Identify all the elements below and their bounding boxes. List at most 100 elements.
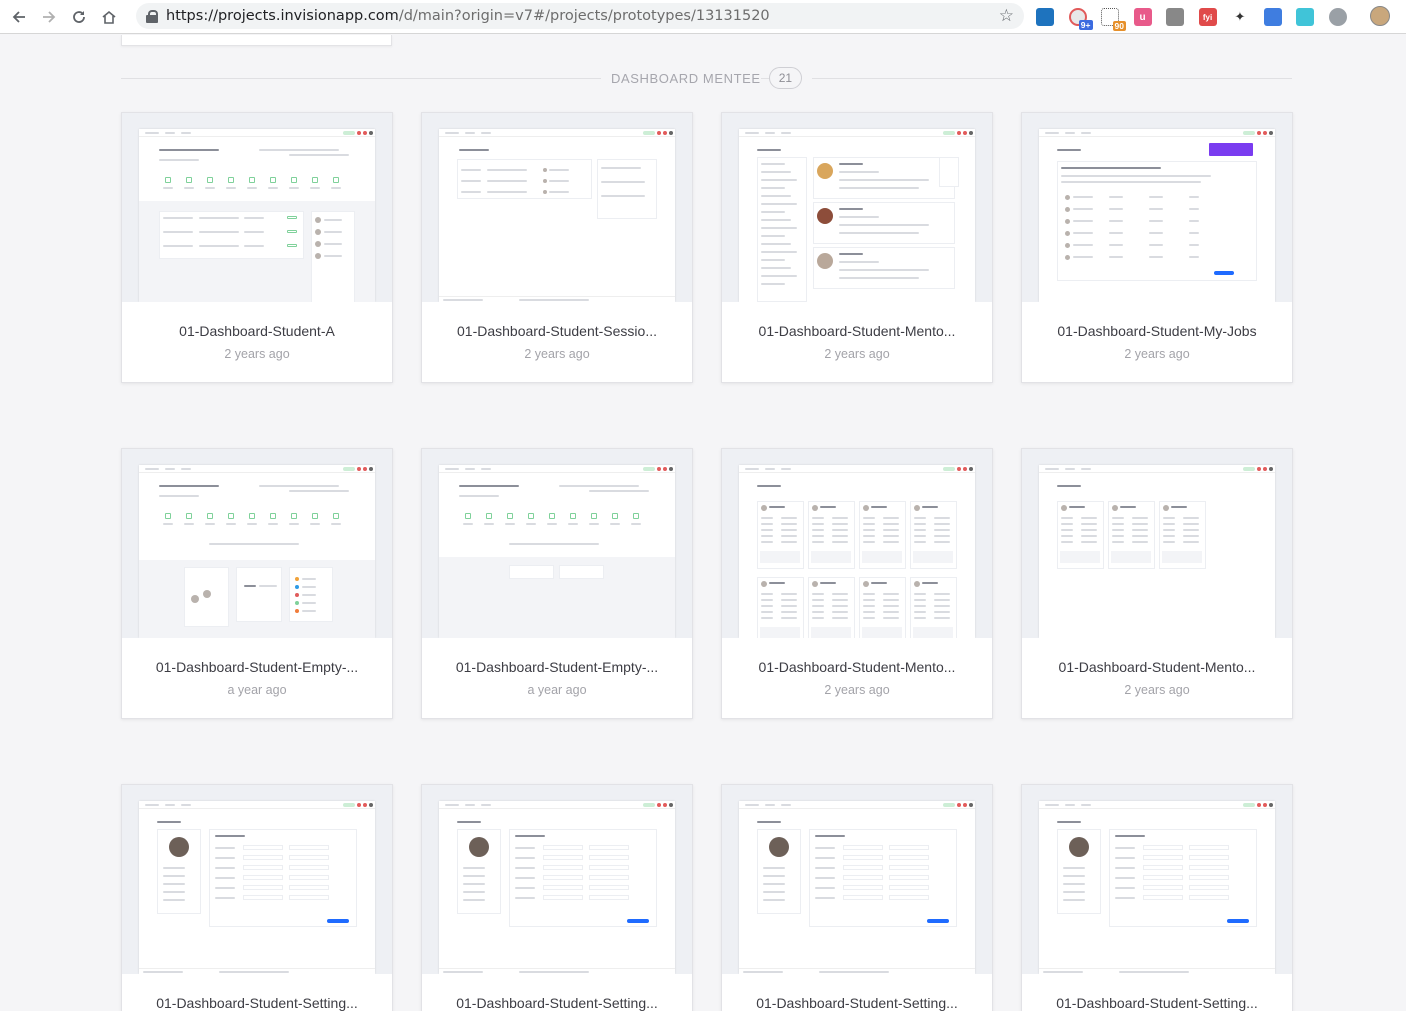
thumbnail-green-pill [343, 803, 355, 807]
screen-thumbnail[interactable] [722, 113, 992, 302]
thumbnail-field [289, 895, 329, 900]
previous-card[interactable] [121, 35, 392, 46]
thumbnail-avatar [543, 168, 547, 172]
screen-title[interactable]: 01-Dashboard-Student-Mento... [1022, 659, 1292, 675]
screen-thumbnail[interactable] [122, 785, 392, 974]
thumbnail-text-line [1115, 897, 1135, 899]
screen-thumbnail[interactable] [422, 113, 692, 302]
screen-title[interactable]: 01-Dashboard-Student-Setting... [722, 995, 992, 1011]
screen-thumbnail[interactable] [422, 449, 692, 638]
screen-card[interactable]: 01-Dashboard-Student-Setting... [121, 784, 393, 1011]
forward-arrow-icon[interactable] [38, 6, 60, 28]
person-extension-icon[interactable]: ✦ [1231, 8, 1249, 26]
thumbnail-footer [739, 968, 975, 974]
bulb-extension-icon[interactable] [1328, 8, 1347, 26]
thumbnail-text-line [763, 867, 785, 869]
calendar-extension-icon[interactable] [1263, 8, 1282, 26]
screen-thumbnail[interactable] [1022, 785, 1292, 974]
screen-card[interactable]: 01-Dashboard-Student-Setting... [1021, 784, 1293, 1011]
thumbnail-screen [139, 801, 375, 974]
screen-card[interactable]: 01-Dashboard-Student-Mento... 2 years ago [721, 112, 993, 383]
thumbnail-text-line [559, 485, 639, 487]
thumbnail-text-line [310, 523, 320, 525]
thumbnail-text-line [1109, 196, 1123, 198]
screen-thumbnail[interactable] [1022, 113, 1292, 302]
reload-icon[interactable] [68, 6, 90, 28]
thumbnail-text-line [302, 594, 316, 596]
back-arrow-icon[interactable] [8, 6, 30, 28]
thumbnail-avatar [914, 505, 920, 511]
screen-title[interactable]: 01-Dashboard-Student-My-Jobs [1022, 323, 1292, 339]
screen-card[interactable]: 01-Dashboard-Student-Setting... [721, 784, 993, 1011]
thumbnail-icon [207, 177, 213, 183]
thumbnail-icon [549, 513, 555, 519]
thumbnail-dot [357, 467, 361, 471]
trello-extension-icon[interactable] [1036, 8, 1054, 26]
thumbnail-text-line [1063, 875, 1085, 877]
screen-title[interactable]: 01-Dashboard-Student-Mento... [722, 659, 992, 675]
screen-thumbnail[interactable] [722, 449, 992, 638]
screen-card[interactable]: 01-Dashboard-Student-Sessio... 2 years ag… [421, 112, 693, 383]
fyi-extension-icon[interactable]: fyi [1198, 8, 1217, 26]
thumbnail-text-line [601, 181, 645, 183]
screen-card[interactable]: 01-Dashboard-Student-Empty-... a year ago [421, 448, 693, 719]
cube-extension-icon[interactable] [1296, 8, 1314, 26]
thumbnail-panel [862, 627, 902, 638]
thumbnail-text-line [781, 535, 797, 537]
thumbnail-text-line [461, 180, 481, 182]
home-icon[interactable] [98, 6, 120, 28]
screen-title[interactable]: 01-Dashboard-Student-Mento... [722, 323, 992, 339]
thumbnail-text-line [763, 875, 785, 877]
thumbnail-text-line [839, 253, 863, 255]
thumbnail-text-line [883, 517, 899, 519]
screen-title[interactable]: 01-Dashboard-Student-Setting... [422, 995, 692, 1011]
screen-title[interactable]: 01-Dashboard-Student-A [122, 323, 392, 339]
screen-card[interactable]: 01-Dashboard-Student-Mento... 2 years ago [721, 448, 993, 719]
thumbnail-text-line [459, 149, 489, 151]
browser-toolbar: https://projects.invisionapp.com/d/main?… [0, 0, 1406, 34]
thumbnail-screen [139, 465, 375, 638]
thumbnail-text-line [761, 203, 797, 205]
thumbnail-text-line [761, 541, 773, 543]
u-extension-icon[interactable]: u [1133, 8, 1152, 26]
thumbnail-text-line [445, 132, 459, 134]
thumbnail-text-line [1163, 517, 1175, 519]
profile-avatar[interactable] [1370, 6, 1390, 26]
screen-card[interactable]: 01-Dashboard-Student-Mento... 2 years ago [1021, 448, 1293, 719]
screen-thumbnail[interactable] [722, 785, 992, 974]
grid-extension-icon[interactable]: 90 [1101, 8, 1126, 31]
screen-thumbnail[interactable] [422, 785, 692, 974]
screen-thumbnail[interactable] [122, 113, 392, 302]
screen-title[interactable]: 01-Dashboard-Student-Setting... [1022, 995, 1292, 1011]
screen-card[interactable]: 01-Dashboard-Student-My-Jobs 2 years ago [1021, 112, 1293, 383]
screen-title[interactable]: 01-Dashboard-Student-Empty-... [122, 659, 392, 675]
thumbnail-text-line [1081, 804, 1091, 806]
thumbnail-text-line [226, 187, 236, 189]
screen-thumbnail[interactable] [1022, 449, 1292, 638]
bookmark-star-icon[interactable]: ☆ [999, 6, 1014, 26]
stamp-extension-icon[interactable] [1166, 8, 1184, 26]
thumbnail-text-line [761, 211, 785, 213]
screen-thumbnail[interactable] [122, 449, 392, 638]
thumbnail-text-line [324, 255, 342, 257]
thumbnail-avatar [761, 505, 767, 511]
screen-card[interactable]: 01-Dashboard-Student-Setting... [421, 784, 693, 1011]
screen-card[interactable]: 01-Dashboard-Student-Empty-... a year ago [121, 448, 393, 719]
screen-title[interactable]: 01-Dashboard-Student-Setting... [122, 995, 392, 1011]
address-bar[interactable]: https://projects.invisionapp.com/d/main?… [136, 3, 1024, 29]
thumbnail-text-line [1061, 535, 1073, 537]
screen-card[interactable]: 01-Dashboard-Student-A 2 years ago [121, 112, 393, 383]
url-host: https://projects.invisionapp.com [166, 8, 399, 24]
screen-title[interactable]: 01-Dashboard-Student-Empty-... [422, 659, 692, 675]
thumbnail-text-line [1063, 867, 1085, 869]
thumbnail-text-line [761, 227, 797, 229]
thumbnail-text-line [761, 179, 797, 181]
thumbnail-text-line [832, 605, 848, 607]
thumbnail-text-line [1081, 132, 1091, 134]
thumbnail-button [327, 919, 349, 923]
thumbnail-text-line [463, 899, 485, 901]
notification-extension-icon[interactable]: 9+ [1068, 8, 1093, 30]
thumbnail-dot [657, 467, 661, 471]
screen-title[interactable]: 01-Dashboard-Student-Sessio... [422, 323, 692, 339]
thumbnail-text-line [761, 605, 773, 607]
